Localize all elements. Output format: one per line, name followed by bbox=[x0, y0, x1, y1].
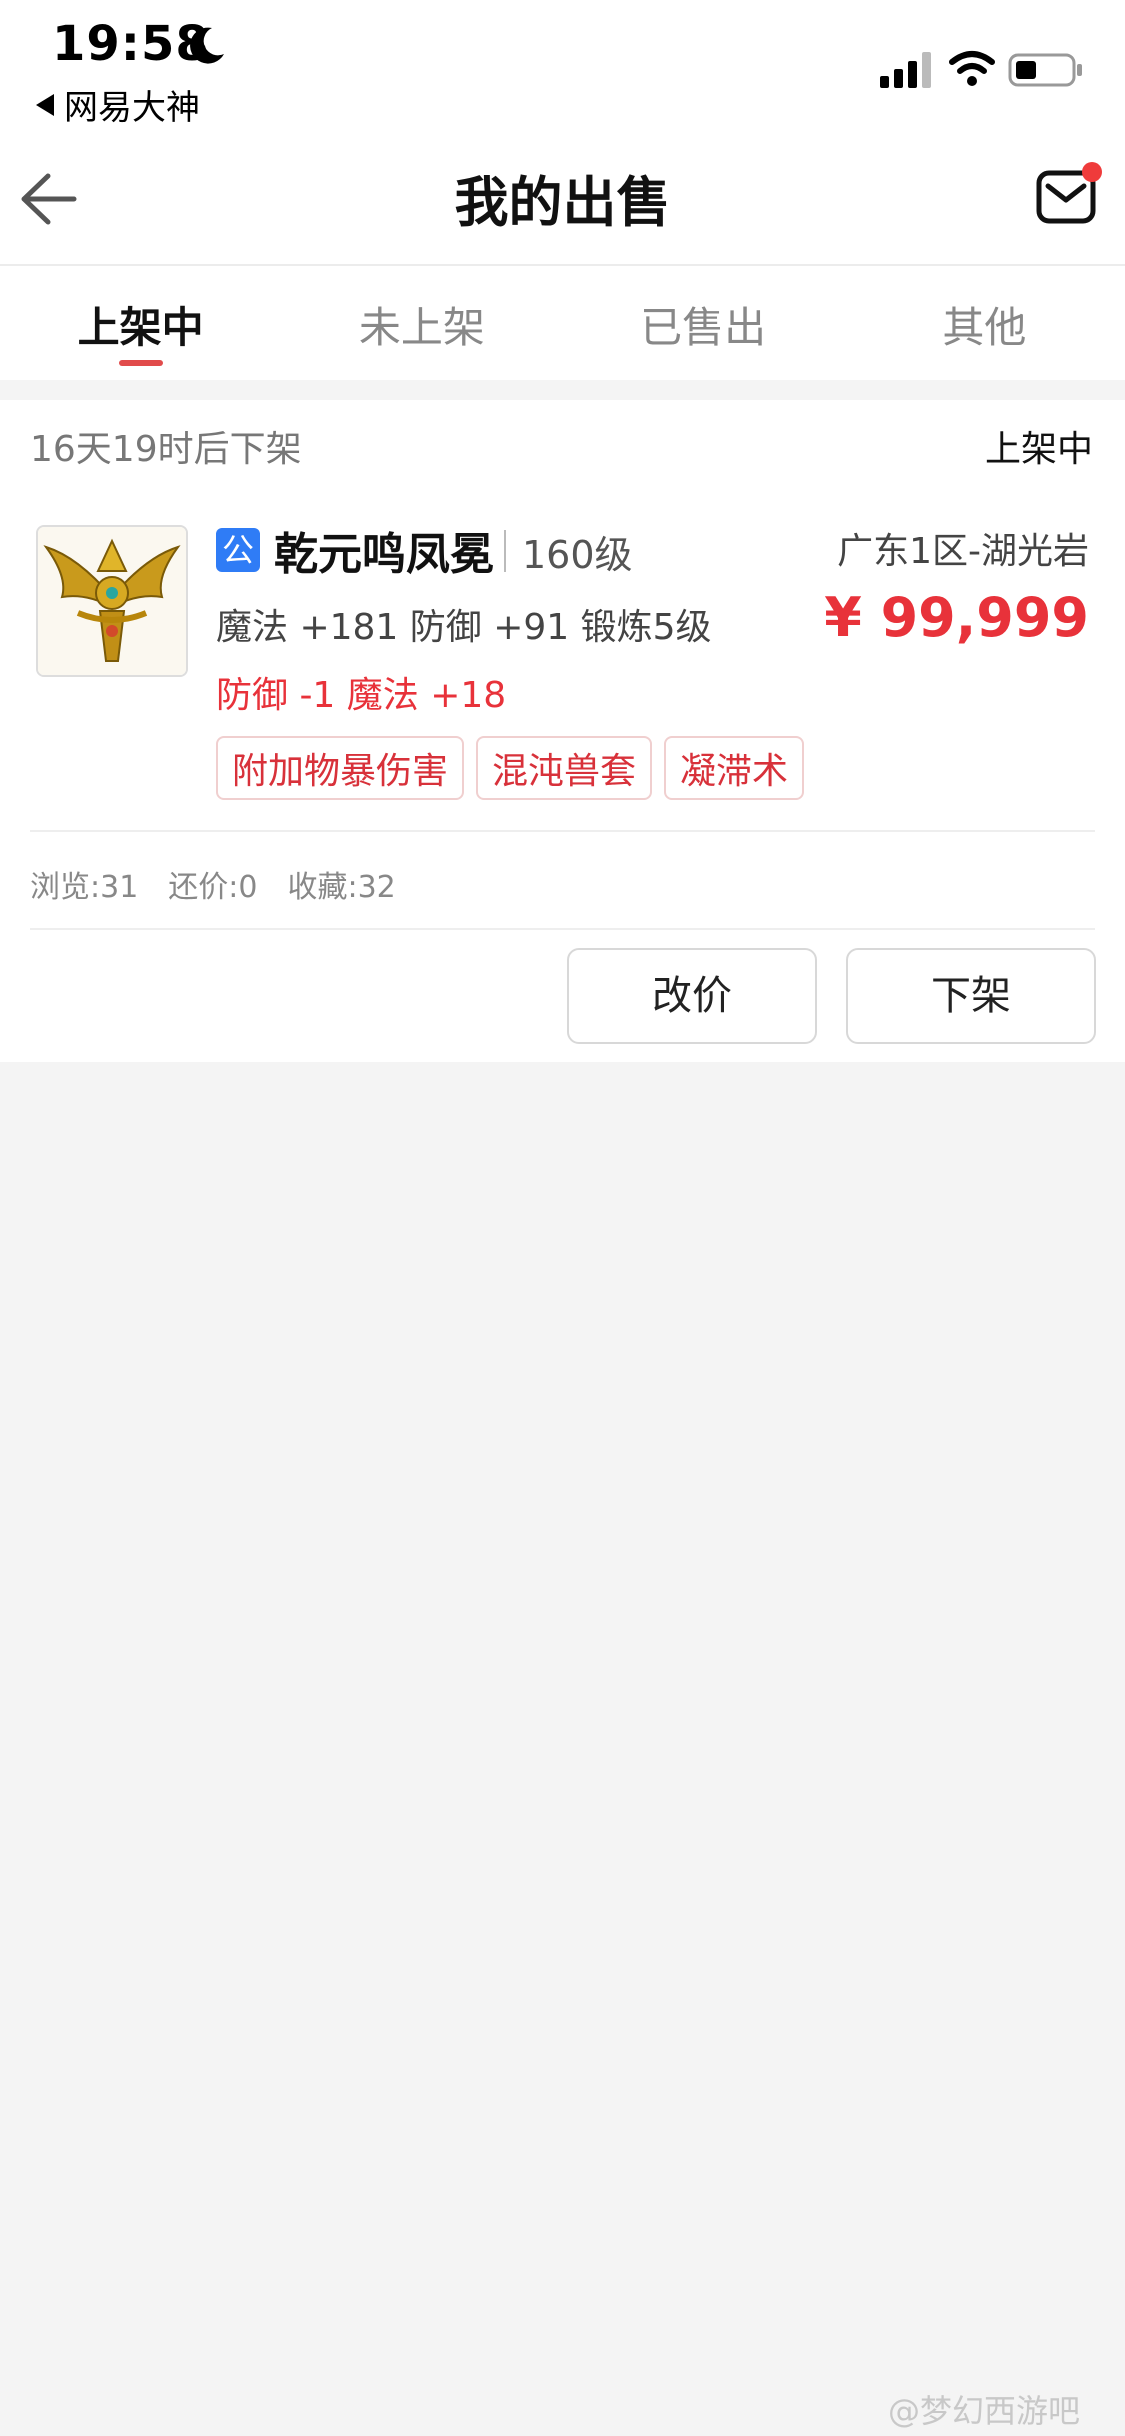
name-separator bbox=[504, 530, 506, 572]
tab-other[interactable]: 其他 bbox=[844, 268, 1125, 380]
notification-dot bbox=[1082, 162, 1102, 182]
delist-countdown: 16天19时后下架 bbox=[30, 429, 302, 470]
divider bbox=[30, 830, 1095, 832]
view-count: 浏览:31 bbox=[30, 870, 139, 905]
wifi-icon bbox=[949, 51, 995, 86]
tag: 凝滞术 bbox=[664, 736, 805, 800]
tab-label: 已售出 bbox=[640, 303, 767, 352]
cellular-signal-icon bbox=[880, 52, 931, 88]
server-name: 广东1区-湖光岩 bbox=[837, 531, 1089, 572]
listing-status: 上架中 bbox=[984, 429, 1093, 470]
item-name: 乾元鸣凤冕 bbox=[274, 529, 494, 580]
divider bbox=[30, 928, 1095, 930]
moon-icon bbox=[190, 27, 224, 64]
listing-counts: 浏览:31 还价:0 收藏:32 bbox=[30, 862, 396, 906]
change-price-button[interactable]: 改价 bbox=[567, 948, 817, 1044]
tab-label: 其他 bbox=[942, 303, 1027, 352]
item-price: ¥ 99,999 bbox=[824, 586, 1089, 649]
tab-bar: 上架中 未上架 已售出 其他 bbox=[0, 268, 1125, 380]
back-app-label: 网易大神 bbox=[64, 88, 200, 128]
item-level: 160级 bbox=[522, 533, 633, 577]
listing-card[interactable]: 16天19时后下架 上架中 公 乾元鸣凤冕 160级 广东1区-湖光岩 ¥ 99… bbox=[0, 400, 1125, 1062]
crown-emblem-icon bbox=[38, 527, 186, 675]
back-to-app-link[interactable]: 网易大神 bbox=[36, 80, 200, 129]
tab-active-indicator bbox=[118, 360, 163, 366]
back-triangle-icon bbox=[36, 93, 54, 116]
item-thumbnail[interactable] bbox=[36, 525, 188, 677]
item-bonus-stats: 防御 -1 魔法 +18 bbox=[216, 675, 507, 716]
tag: 混沌兽套 bbox=[476, 736, 653, 800]
tab-sold[interactable]: 已售出 bbox=[563, 268, 844, 380]
battery-icon bbox=[1008, 53, 1082, 87]
tab-on-sale[interactable]: 上架中 bbox=[0, 268, 281, 380]
favorite-count: 收藏:32 bbox=[287, 870, 396, 905]
watermark: @梦幻西游吧 bbox=[888, 2392, 1081, 2430]
take-down-button[interactable]: 下架 bbox=[846, 948, 1096, 1044]
tab-label: 未上架 bbox=[358, 303, 485, 352]
public-badge: 公 bbox=[216, 528, 260, 572]
item-stats: 魔法 +181 防御 +91 锻炼5级 bbox=[216, 607, 712, 648]
tag: 附加物暴伤害 bbox=[216, 736, 465, 800]
tab-label: 上架中 bbox=[77, 303, 204, 352]
page-title: 我的出售 bbox=[454, 171, 671, 234]
item-tags: 附加物暴伤害 混沌兽套 凝滞术 bbox=[216, 736, 805, 800]
nav-divider bbox=[0, 264, 1125, 266]
tab-not-listed[interactable]: 未上架 bbox=[281, 268, 562, 380]
bargain-count: 还价:0 bbox=[168, 870, 258, 905]
